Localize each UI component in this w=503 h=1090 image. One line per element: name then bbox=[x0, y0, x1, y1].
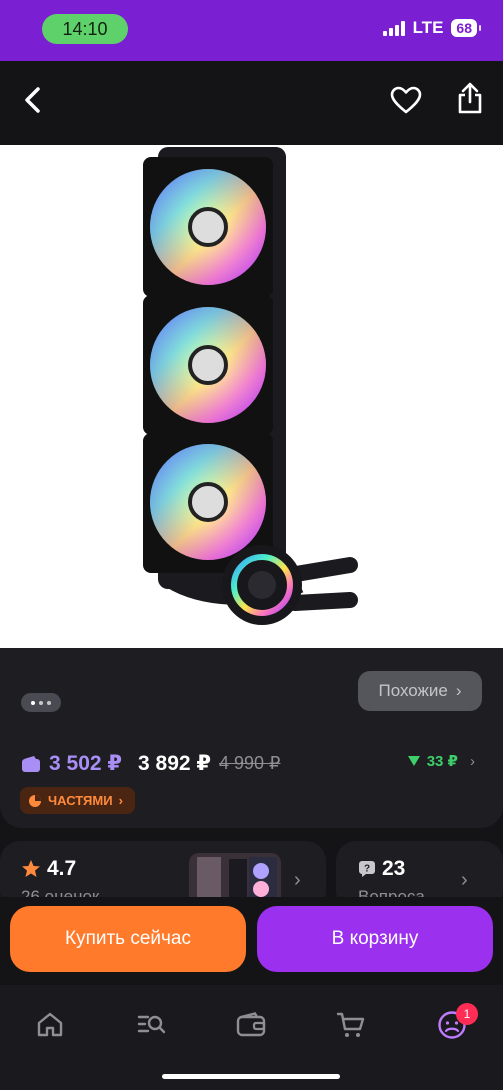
product-image[interactable] bbox=[0, 145, 503, 648]
questions: ? 23 bbox=[358, 857, 405, 881]
tab-profile[interactable]: 1 bbox=[422, 997, 482, 1053]
back-button[interactable] bbox=[12, 79, 54, 121]
signal-icon bbox=[382, 20, 405, 36]
tab-home[interactable] bbox=[20, 997, 80, 1053]
tab-catalog[interactable] bbox=[121, 997, 181, 1053]
price-row: 3 502 ₽ 3 892 ₽ 4 990 ₽ bbox=[21, 751, 281, 776]
share-button[interactable] bbox=[449, 77, 491, 119]
similar-products-button[interactable]: Похожие › bbox=[358, 671, 482, 711]
add-to-cart-button[interactable]: В корзину bbox=[257, 906, 493, 972]
questions-count: 23 bbox=[382, 857, 406, 880]
rating: 4.7 bbox=[21, 857, 76, 881]
installments-badge[interactable]: ЧАСТЯМИ › bbox=[20, 787, 135, 814]
status-time: 14:10 bbox=[42, 14, 128, 44]
question-icon: ? bbox=[359, 861, 375, 877]
status-indicators: LTE 68 bbox=[382, 18, 481, 38]
favorite-button[interactable] bbox=[385, 79, 427, 121]
battery-level: 68 bbox=[451, 19, 481, 37]
chevron-right-icon: › bbox=[455, 681, 462, 700]
card-price: 3 892 ₽ bbox=[138, 752, 211, 775]
wallet-price[interactable]: 3 502 ₽ bbox=[21, 751, 122, 776]
back-arrow-icon bbox=[25, 87, 40, 113]
gallery-pagination[interactable] bbox=[21, 693, 61, 712]
heart-icon bbox=[390, 86, 422, 114]
chevron-right-icon: › bbox=[461, 869, 468, 891]
bonus-points[interactable]: 33 ₽ › bbox=[407, 752, 475, 770]
tab-cart[interactable] bbox=[321, 997, 381, 1053]
old-price: 4 990 ₽ bbox=[219, 753, 281, 773]
star-icon bbox=[22, 860, 40, 877]
share-icon bbox=[458, 82, 482, 114]
tab-wallet[interactable] bbox=[221, 997, 281, 1053]
chevron-right-icon: › bbox=[470, 752, 475, 770]
home-indicator bbox=[162, 1074, 340, 1079]
wallet-tab-icon bbox=[236, 1012, 266, 1037]
purchase-actions: Купить сейчас В корзину bbox=[0, 897, 503, 985]
wallet-price-value: 3 502 ₽ bbox=[49, 752, 122, 775]
wallet-icon bbox=[22, 755, 40, 772]
pie-icon bbox=[29, 794, 41, 807]
search-list-icon bbox=[137, 1015, 166, 1034]
home-icon bbox=[37, 1012, 63, 1037]
svg-text:?: ? bbox=[364, 864, 370, 875]
triangle-down-icon bbox=[407, 756, 420, 766]
buy-now-button[interactable]: Купить сейчас bbox=[10, 906, 246, 972]
network-type: LTE bbox=[412, 18, 444, 37]
liquid-cooler-illustration bbox=[143, 147, 358, 625]
chevron-right-icon: › bbox=[294, 869, 301, 891]
status-bar: 14:10 LTE 68 bbox=[0, 0, 503, 61]
product-topbar bbox=[0, 61, 503, 145]
bonus-value: 33 ₽ bbox=[426, 753, 458, 770]
cart-icon bbox=[336, 1012, 365, 1037]
installments-label: ЧАСТЯМИ bbox=[48, 793, 113, 808]
rating-value: 4.7 bbox=[47, 857, 77, 880]
cart-count-badge: 1 bbox=[456, 1003, 478, 1025]
similar-label: Похожие bbox=[378, 681, 448, 700]
product-info-panel: Похожие › 3 502 ₽ 3 892 ₽ 4 990 ₽ 33 ₽ ›… bbox=[0, 648, 503, 828]
chevron-right-icon: › bbox=[118, 793, 123, 808]
